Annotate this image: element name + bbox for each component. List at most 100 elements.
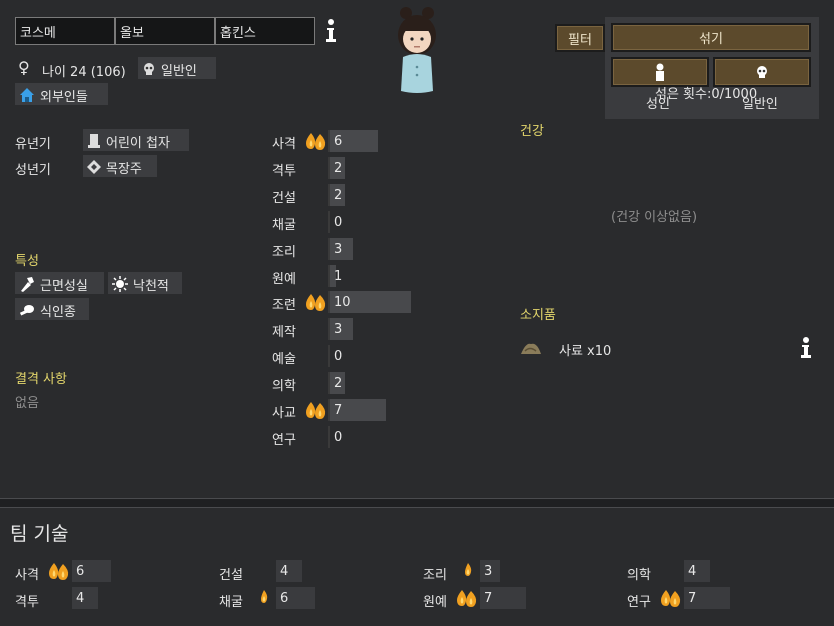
childhood-label: 유년기 bbox=[15, 137, 51, 152]
skill-value: 7 bbox=[334, 403, 343, 418]
major-passion-flame-icon bbox=[457, 590, 477, 607]
skill-value: 2 bbox=[334, 188, 343, 203]
skill-label: 격투 bbox=[272, 164, 296, 179]
skull-icon bbox=[757, 66, 767, 78]
team-skill-value: 4 bbox=[276, 560, 302, 582]
skill-value: 10 bbox=[334, 295, 351, 310]
skill-bar[interactable]: 0 bbox=[328, 345, 342, 367]
skill-label: 조리 bbox=[272, 245, 296, 260]
skill-bar[interactable]: 10 bbox=[328, 291, 411, 313]
team-skill-passion bbox=[48, 561, 70, 585]
skill-label: 제작 bbox=[272, 325, 296, 340]
pawn-portrait bbox=[393, 5, 441, 95]
team-skill-passion bbox=[463, 561, 473, 581]
skill-bar[interactable]: 7 bbox=[328, 399, 386, 421]
trait-chip-cannibal[interactable]: 식인종 bbox=[15, 298, 89, 320]
skill-bar[interactable]: 6 bbox=[328, 130, 378, 152]
major-passion-flame-icon bbox=[306, 133, 326, 150]
team-skill-value: 6 bbox=[276, 587, 315, 609]
trait-label: 식인종 bbox=[40, 304, 76, 320]
childhood-chip[interactable]: 어린이 첩자 bbox=[83, 129, 189, 151]
skill-value: 2 bbox=[334, 376, 343, 391]
faction-label: 외부인들 bbox=[40, 89, 88, 105]
skill-value: 3 bbox=[334, 242, 343, 257]
age-text: 나이 24 (106) bbox=[42, 65, 126, 80]
minor-passion-flame-icon bbox=[261, 590, 268, 603]
adulthood-label: 성년기 bbox=[15, 163, 51, 178]
adulthood-chip[interactable]: 목장주 bbox=[83, 155, 157, 177]
skill-bar[interactable]: 1 bbox=[328, 265, 342, 287]
team-skill-value: 3 bbox=[480, 560, 500, 582]
team-skill-label: 원예 bbox=[423, 595, 447, 610]
team-skill-value: 7 bbox=[684, 587, 730, 609]
info-icon[interactable] bbox=[799, 336, 813, 360]
title-chip[interactable]: 일반인 bbox=[138, 57, 216, 79]
skill-value: 6 bbox=[334, 134, 343, 149]
adulthood-value: 목장주 bbox=[106, 161, 142, 177]
skill-value: 0 bbox=[334, 430, 343, 445]
trait-label: 낙천적 bbox=[133, 278, 169, 294]
skill-bar[interactable]: 0 bbox=[328, 211, 342, 233]
team-skill-label: 조리 bbox=[423, 568, 447, 583]
skill-value: 3 bbox=[334, 322, 343, 337]
first-name-field[interactable]: 코스메 bbox=[15, 17, 115, 45]
team-skill-label: 연구 bbox=[627, 595, 651, 610]
skill-label: 의학 bbox=[272, 379, 296, 394]
person-icon bbox=[656, 63, 664, 81]
shuffle-count: 섞은 횟수:0/1000 bbox=[655, 87, 758, 102]
gender-icon: ♀ bbox=[18, 58, 30, 77]
diamond-icon bbox=[87, 160, 101, 174]
stool-icon bbox=[88, 134, 100, 148]
skill-value: 0 bbox=[334, 215, 343, 230]
skill-label: 채굴 bbox=[272, 218, 296, 233]
major-passion-flame-icon bbox=[306, 294, 326, 311]
major-passion-flame-icon bbox=[49, 563, 69, 580]
skill-bar[interactable]: 3 bbox=[328, 318, 353, 340]
incapable-value: 없음 bbox=[15, 396, 39, 411]
drumstick-icon bbox=[19, 305, 34, 316]
team-skill-passion bbox=[660, 588, 682, 612]
team-skill-label: 사격 bbox=[15, 568, 39, 583]
skill-label: 건설 bbox=[272, 191, 296, 206]
team-skill-passion bbox=[259, 588, 269, 608]
house-icon bbox=[20, 88, 34, 102]
trait-label: 근면성실 bbox=[40, 278, 88, 294]
skill-bar[interactable]: 2 bbox=[328, 157, 345, 179]
team-skill-value: 7 bbox=[480, 587, 526, 609]
trait-chip-industrious[interactable]: 근면성실 bbox=[15, 272, 104, 294]
inventory-item: 사료 x10 bbox=[559, 344, 612, 359]
faction-chip[interactable]: 외부인들 bbox=[15, 83, 108, 105]
team-skill-label: 채굴 bbox=[219, 595, 243, 610]
filter-button[interactable]: 필터 bbox=[555, 24, 605, 52]
skill-value: 1 bbox=[334, 269, 343, 284]
skill-label: 연구 bbox=[272, 433, 296, 448]
sun-icon bbox=[112, 276, 128, 292]
major-passion-flame-icon bbox=[661, 590, 681, 607]
skill-passion bbox=[305, 292, 327, 316]
team-skill-label: 격투 bbox=[15, 595, 39, 610]
trait-chip-optimist[interactable]: 낙천적 bbox=[108, 272, 182, 294]
skill-value: 0 bbox=[334, 349, 343, 364]
childhood-value: 어린이 첩자 bbox=[106, 135, 170, 151]
info-icon[interactable] bbox=[324, 18, 338, 44]
skill-bar[interactable]: 0 bbox=[328, 426, 342, 448]
title-label: 일반인 bbox=[161, 63, 197, 79]
section-divider bbox=[0, 498, 834, 508]
kibble-icon bbox=[520, 340, 542, 360]
nickname-field[interactable]: 올보 bbox=[115, 17, 215, 45]
skull-icon bbox=[144, 63, 154, 75]
skill-passion bbox=[305, 400, 327, 424]
team-skills-title: 팀 기술 bbox=[10, 523, 69, 545]
skill-bar[interactable]: 3 bbox=[328, 238, 353, 260]
team-skill-passion bbox=[456, 588, 478, 612]
skill-value: 2 bbox=[334, 161, 343, 176]
health-header: 건강 bbox=[520, 124, 544, 139]
skill-bar[interactable]: 2 bbox=[328, 184, 345, 206]
incapable-header: 결격 사항 bbox=[15, 372, 67, 387]
skill-passion bbox=[305, 131, 327, 155]
randomize-button[interactable]: 섞기 bbox=[611, 23, 811, 52]
skill-bar[interactable]: 2 bbox=[328, 372, 345, 394]
health-status: (건강 이상없음) bbox=[611, 210, 698, 225]
team-skill-value: 4 bbox=[684, 560, 710, 582]
last-name-field[interactable]: 홉킨스 bbox=[215, 17, 315, 45]
